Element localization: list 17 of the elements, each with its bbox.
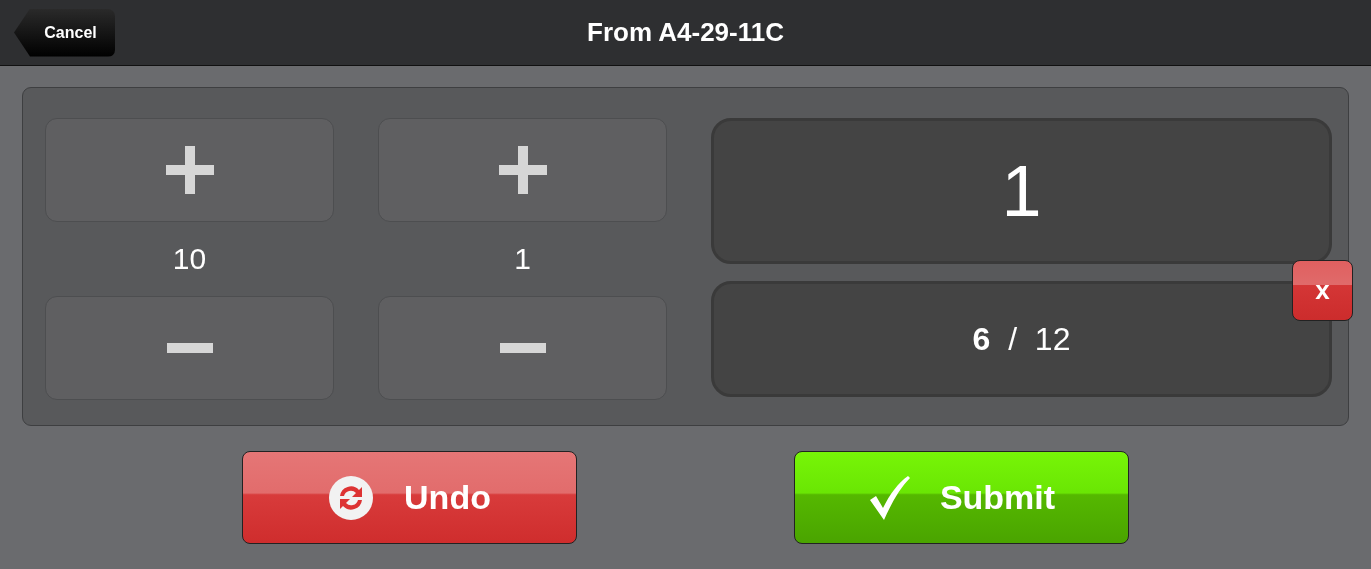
cancel-button[interactable]: Cancel — [14, 8, 115, 57]
step-label: 1 — [514, 242, 531, 276]
increment-button[interactable] — [378, 118, 667, 222]
checkmark-icon — [867, 475, 910, 520]
quantity-display: 1 — [711, 118, 1332, 264]
increment-button[interactable] — [45, 118, 334, 222]
minus-icon — [166, 343, 213, 353]
minus-icon — [499, 343, 546, 353]
clear-button[interactable]: x — [1292, 260, 1353, 321]
refresh-icon — [328, 474, 375, 521]
step-label: 10 — [172, 242, 207, 276]
page-title: From A4-29-11C — [587, 17, 784, 48]
undo-button[interactable]: Undo — [242, 451, 577, 544]
plus-icon — [165, 146, 214, 194]
progress-count: 6 / 12 — [972, 320, 1071, 358]
submit-button[interactable]: Submit — [794, 451, 1129, 544]
plus-icon — [498, 146, 547, 194]
